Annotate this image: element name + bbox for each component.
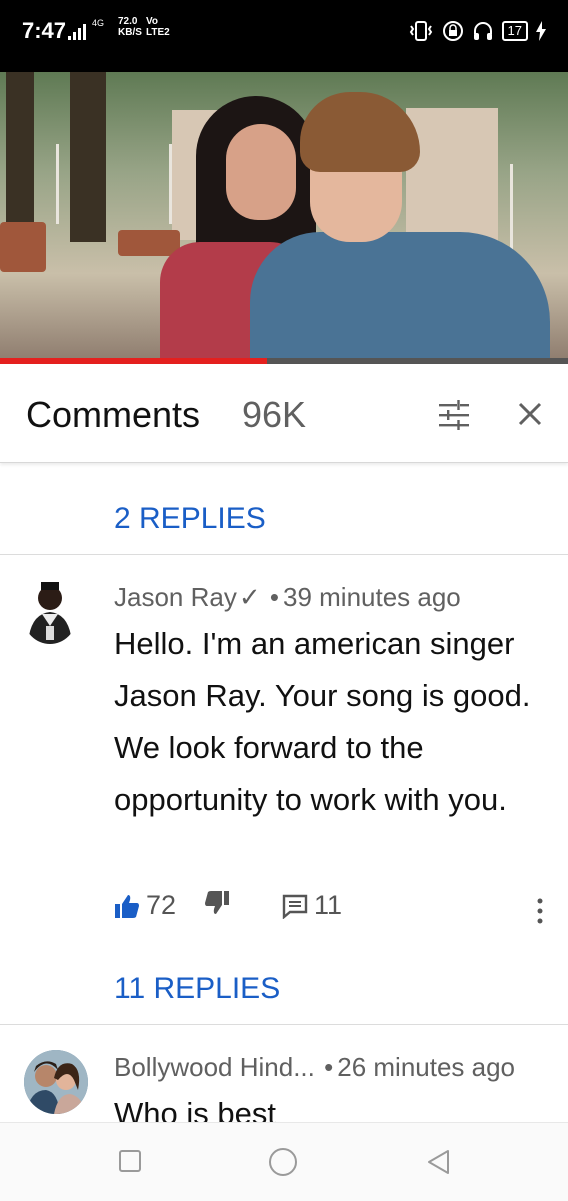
- lte-label: LTE2: [146, 27, 170, 38]
- video-player[interactable]: [0, 72, 568, 360]
- headset-icon: [473, 22, 492, 40]
- avatar[interactable]: [24, 578, 76, 644]
- speed-value: 72.0: [118, 16, 138, 27]
- lock-rotation-icon: [442, 21, 463, 41]
- reply-comment-icon: [282, 894, 308, 919]
- status-time: 7:47: [22, 18, 67, 43]
- verified-icon: ✓: [238, 582, 261, 612]
- status-right-icons: 17: [408, 20, 546, 42]
- network-type: 4G: [92, 18, 105, 28]
- woman-face: [226, 124, 296, 220]
- speed-unit: KB/S: [118, 27, 142, 38]
- thumbs-down-icon: [205, 891, 229, 914]
- system-nav-bar: [0, 1122, 568, 1201]
- comment-actions: 72 11: [114, 890, 554, 930]
- more-options-icon[interactable]: [530, 896, 550, 926]
- close-icon[interactable]: [512, 396, 548, 432]
- background-fence: [510, 164, 568, 264]
- view-replies-link[interactable]: 2 REPLIES: [114, 502, 266, 536]
- background-fence: [56, 144, 172, 224]
- comment-time: 39 minutes ago: [282, 582, 461, 612]
- comment-text: Hello. I'm an american singer Jason Ray.…: [114, 626, 531, 817]
- battery-icon: 17: [501, 21, 528, 41]
- recent-apps-icon[interactable]: [118, 1149, 142, 1173]
- avatar-image: [24, 1050, 88, 1114]
- status-bar: 7:47 4G 72.0 KB/S Vo LTE2 17: [0, 0, 568, 72]
- comments-header: Comments 96K: [0, 364, 568, 463]
- avatar-image: [28, 582, 72, 644]
- reply-button[interactable]: 11: [282, 890, 342, 921]
- like-button[interactable]: 72: [114, 890, 176, 921]
- man-body: [250, 232, 550, 360]
- divider: [0, 1024, 568, 1025]
- signal-icon: [68, 24, 86, 40]
- comment-time: 26 minutes ago: [337, 1052, 516, 1082]
- charging-icon: [536, 21, 546, 41]
- man-hair: [300, 92, 420, 172]
- view-replies-link[interactable]: 11 REPLIES: [114, 972, 280, 1006]
- comment-meta: Jason Ray✓ • 39 minutes ago: [114, 582, 461, 613]
- battery-level: 17: [507, 23, 522, 38]
- background-pot: [0, 222, 46, 272]
- sort-filter-icon[interactable]: [438, 400, 470, 430]
- thumbs-up-icon: [115, 894, 139, 918]
- comments-title: Comments: [26, 394, 201, 435]
- volte-label: Vo: [146, 16, 159, 27]
- vibrate-icon: [409, 21, 432, 41]
- comment-text-content: Who is best: [114, 1096, 276, 1122]
- reply-count: 11: [314, 890, 343, 920]
- meta-separator: •: [324, 1052, 334, 1082]
- like-count: 72: [146, 890, 177, 920]
- lte-indicator: Vo LTE2: [146, 16, 170, 38]
- avatar[interactable]: [24, 1050, 88, 1114]
- background-pot: [118, 230, 180, 256]
- comment-author[interactable]: Jason Ray: [114, 582, 237, 612]
- divider: [0, 554, 568, 555]
- comments-count: 96K: [242, 394, 307, 435]
- dislike-button[interactable]: [204, 890, 230, 916]
- comment-text: Who is best: [114, 1088, 544, 1122]
- network-speed: 72.0 KB/S: [118, 16, 142, 38]
- comment-author[interactable]: Bollywood Hind...: [114, 1052, 315, 1082]
- back-icon[interactable]: [426, 1149, 452, 1175]
- home-icon[interactable]: [268, 1147, 298, 1177]
- meta-separator: •: [269, 582, 279, 612]
- comment-meta: Bollywood Hind... • 26 minutes ago: [114, 1052, 515, 1083]
